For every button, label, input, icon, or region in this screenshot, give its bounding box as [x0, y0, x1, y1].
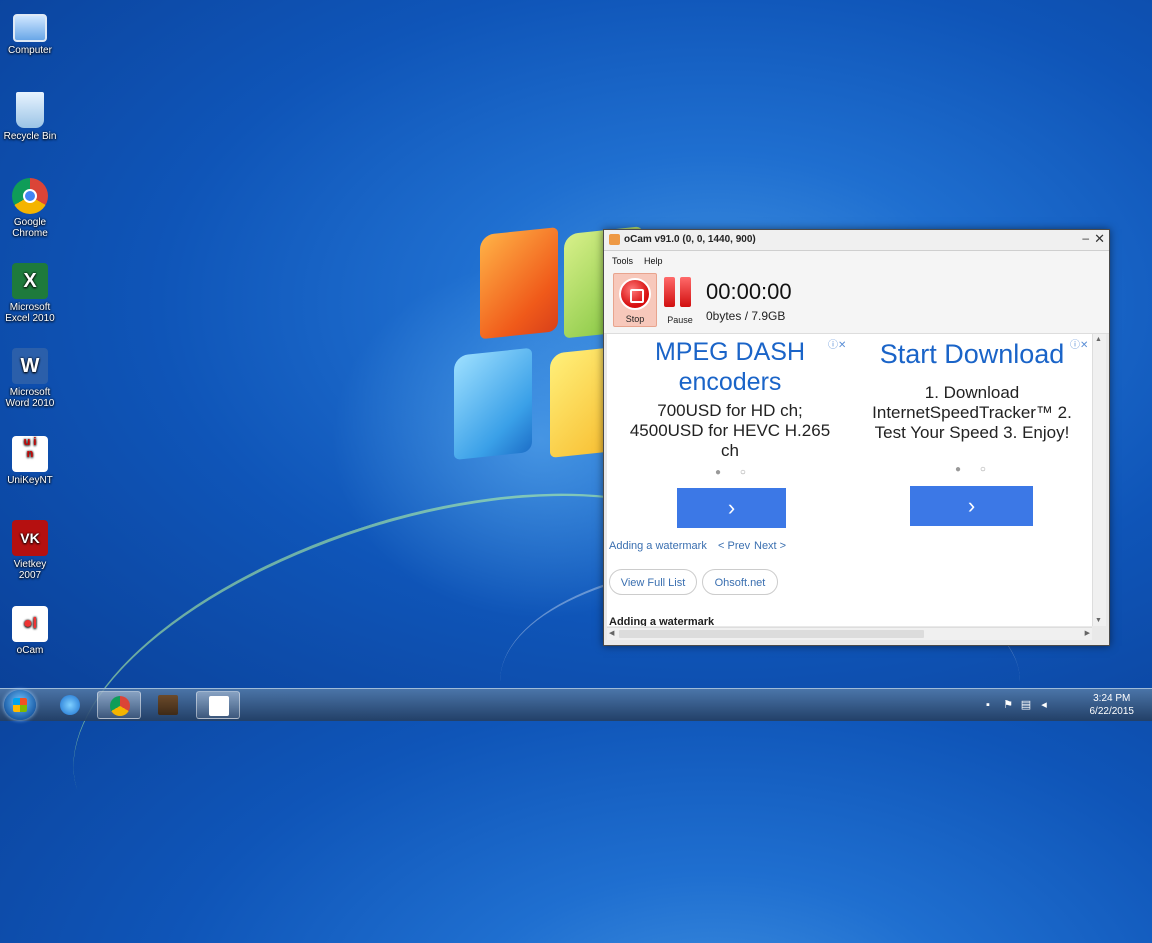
- stop-label: Stop: [625, 314, 645, 324]
- ocam-icon: ●I: [12, 606, 48, 642]
- ad-carousel-dots[interactable]: ● ○: [955, 464, 994, 475]
- chrome-icon: [12, 178, 48, 214]
- unikey-icon: u in: [12, 436, 48, 472]
- ad-info-close-icon[interactable]: ⓘ✕: [828, 336, 846, 351]
- next-link[interactable]: Next >: [754, 540, 786, 552]
- volume-icon[interactable]: ◂: [1038, 699, 1050, 711]
- taskbar-item-ocam[interactable]: [196, 691, 240, 719]
- ad-body: Test Your Speed 3. Enjoy!: [874, 423, 1070, 442]
- ie-icon: [60, 695, 80, 715]
- taskbar: ▪ ⚑ ▤ ◂ 3:24 PM 6/22/2015: [0, 688, 1152, 721]
- desktop-icon-vietkey[interactable]: VK Vietkey 2007: [2, 520, 58, 581]
- minecraft-icon: [158, 695, 178, 715]
- start-button[interactable]: [4, 690, 36, 720]
- desktop-icon-label: Microsoft Word 2010: [5, 387, 55, 409]
- ad-body: 4500USD for HEVC H.265: [629, 421, 831, 440]
- windows-start-icon: [13, 698, 27, 712]
- ad-go-button[interactable]: ›: [910, 486, 1033, 526]
- watermark-link[interactable]: Adding a watermark: [609, 540, 707, 552]
- clock[interactable]: 3:24 PM 6/22/2015: [1090, 692, 1135, 718]
- scroll-right-icon[interactable]: ▶: [1085, 629, 1090, 637]
- ocam-window: oCam v91.0 (0, 0, 1440, 900) – ✕ Tools H…: [603, 229, 1110, 646]
- prev-link[interactable]: < Prev: [718, 540, 750, 552]
- ad-headline: encoders: [678, 368, 782, 396]
- pause-button[interactable]: Pause: [660, 273, 700, 327]
- word-icon: W: [12, 348, 48, 384]
- ohsoft-link-button[interactable]: Ohsoft.net: [702, 569, 778, 595]
- ad-body: 1. Download: [924, 383, 1020, 402]
- windows-logo: [440, 221, 642, 480]
- scroll-up-icon[interactable]: ▲: [1095, 336, 1102, 343]
- ad-info-close-icon[interactable]: ⓘ✕: [1070, 336, 1088, 351]
- desktop-icon-label: Vietkey 2007: [13, 559, 47, 581]
- taskbar-item-minecraft[interactable]: [146, 691, 190, 719]
- vertical-scrollbar[interactable]: ▲ ▼: [1092, 334, 1106, 626]
- ad-headline: Start Download: [879, 339, 1065, 369]
- window-title: oCam v91.0 (0, 0, 1440, 900): [624, 234, 756, 245]
- desktop-icon-ocam[interactable]: ●I oCam: [2, 606, 58, 656]
- section-title: Adding a watermark: [609, 616, 715, 626]
- ad-body: ch: [721, 441, 739, 460]
- taskbar-item-ie[interactable]: [48, 691, 92, 719]
- close-button[interactable]: ✕: [1094, 231, 1105, 247]
- ad-card[interactable]: ⓘ✕ Start Download 1. Download InternetSp…: [852, 334, 1092, 534]
- computer-icon: [13, 14, 47, 42]
- excel-icon: X: [12, 263, 48, 299]
- menu-help[interactable]: Help: [644, 256, 663, 266]
- flag-icon[interactable]: ⚑: [1002, 699, 1014, 711]
- minimize-button[interactable]: –: [1082, 231, 1089, 245]
- desktop-icon-label: Google Chrome: [12, 217, 48, 239]
- clock-date: 6/22/2015: [1089, 706, 1135, 717]
- desktop-icon-recycle-bin[interactable]: Recycle Bin: [2, 92, 58, 142]
- pause-label: Pause: [667, 315, 693, 325]
- menu-tools[interactable]: Tools: [612, 256, 633, 266]
- ocam-icon: [209, 696, 229, 716]
- menu-bar: Tools Help: [604, 251, 1109, 271]
- taskbar-item-chrome[interactable]: [97, 691, 141, 719]
- desktop-icon-label: Computer: [8, 45, 52, 56]
- recording-size: 0bytes / 7.9GB: [706, 309, 786, 323]
- ad-body: 700USD for HD ch;: [657, 401, 803, 420]
- horizontal-scrollbar[interactable]: ◀ ▶: [607, 627, 1092, 640]
- stop-icon: [619, 278, 651, 310]
- desktop-icon-label: UniKeyNT: [7, 475, 53, 486]
- ad-panel: ⓘ✕ MPEG DASH encoders 700USD for HD ch; …: [607, 334, 1092, 626]
- scroll-thumb[interactable]: [619, 630, 924, 638]
- network-icon[interactable]: ▤: [1020, 699, 1032, 711]
- toolbar: Stop Pause 00:00:00 0bytes / 7.9GB: [604, 271, 1109, 334]
- ad-go-button[interactable]: ›: [677, 488, 786, 528]
- recycle-bin-icon: [16, 92, 44, 128]
- desktop-icon-chrome[interactable]: Google Chrome: [2, 178, 58, 239]
- vietkey-icon: VK: [12, 520, 48, 556]
- ad-body: InternetSpeedTracker™ 2.: [872, 403, 1072, 422]
- desktop-icon-label: oCam: [16, 645, 44, 656]
- desktop-icon-label: Recycle Bin: [3, 131, 57, 142]
- clock-time: 3:24 PM: [1093, 693, 1131, 704]
- view-full-list-button[interactable]: View Full List: [609, 569, 697, 595]
- scroll-down-icon[interactable]: ▼: [1095, 617, 1102, 624]
- desktop-icon-computer[interactable]: Computer: [2, 8, 58, 56]
- ad-card[interactable]: ⓘ✕ MPEG DASH encoders 700USD for HD ch; …: [610, 334, 850, 534]
- system-tray: ▪ ⚑ ▤ ◂ 3:24 PM 6/22/2015: [972, 689, 1152, 721]
- recording-timer: 00:00:00: [706, 279, 792, 304]
- ocam-app-icon: [609, 234, 620, 245]
- desktop-icon-word[interactable]: W Microsoft Word 2010: [2, 348, 58, 409]
- title-bar[interactable]: oCam v91.0 (0, 0, 1440, 900) – ✕: [604, 230, 1109, 251]
- stop-button[interactable]: Stop: [613, 273, 657, 327]
- tray-app-icon[interactable]: ▪: [982, 699, 994, 711]
- ad-carousel-dots[interactable]: ● ○: [715, 467, 754, 478]
- pause-icon: [664, 277, 675, 307]
- chrome-icon: [110, 696, 130, 716]
- ad-headline: MPEG DASH: [654, 338, 806, 366]
- desktop-icon-excel[interactable]: X Microsoft Excel 2010: [2, 263, 58, 324]
- desktop-icon-unikey[interactable]: u in UniKeyNT: [2, 436, 58, 486]
- scroll-left-icon[interactable]: ◀: [609, 629, 614, 637]
- desktop-icon-label: Microsoft Excel 2010: [5, 302, 55, 324]
